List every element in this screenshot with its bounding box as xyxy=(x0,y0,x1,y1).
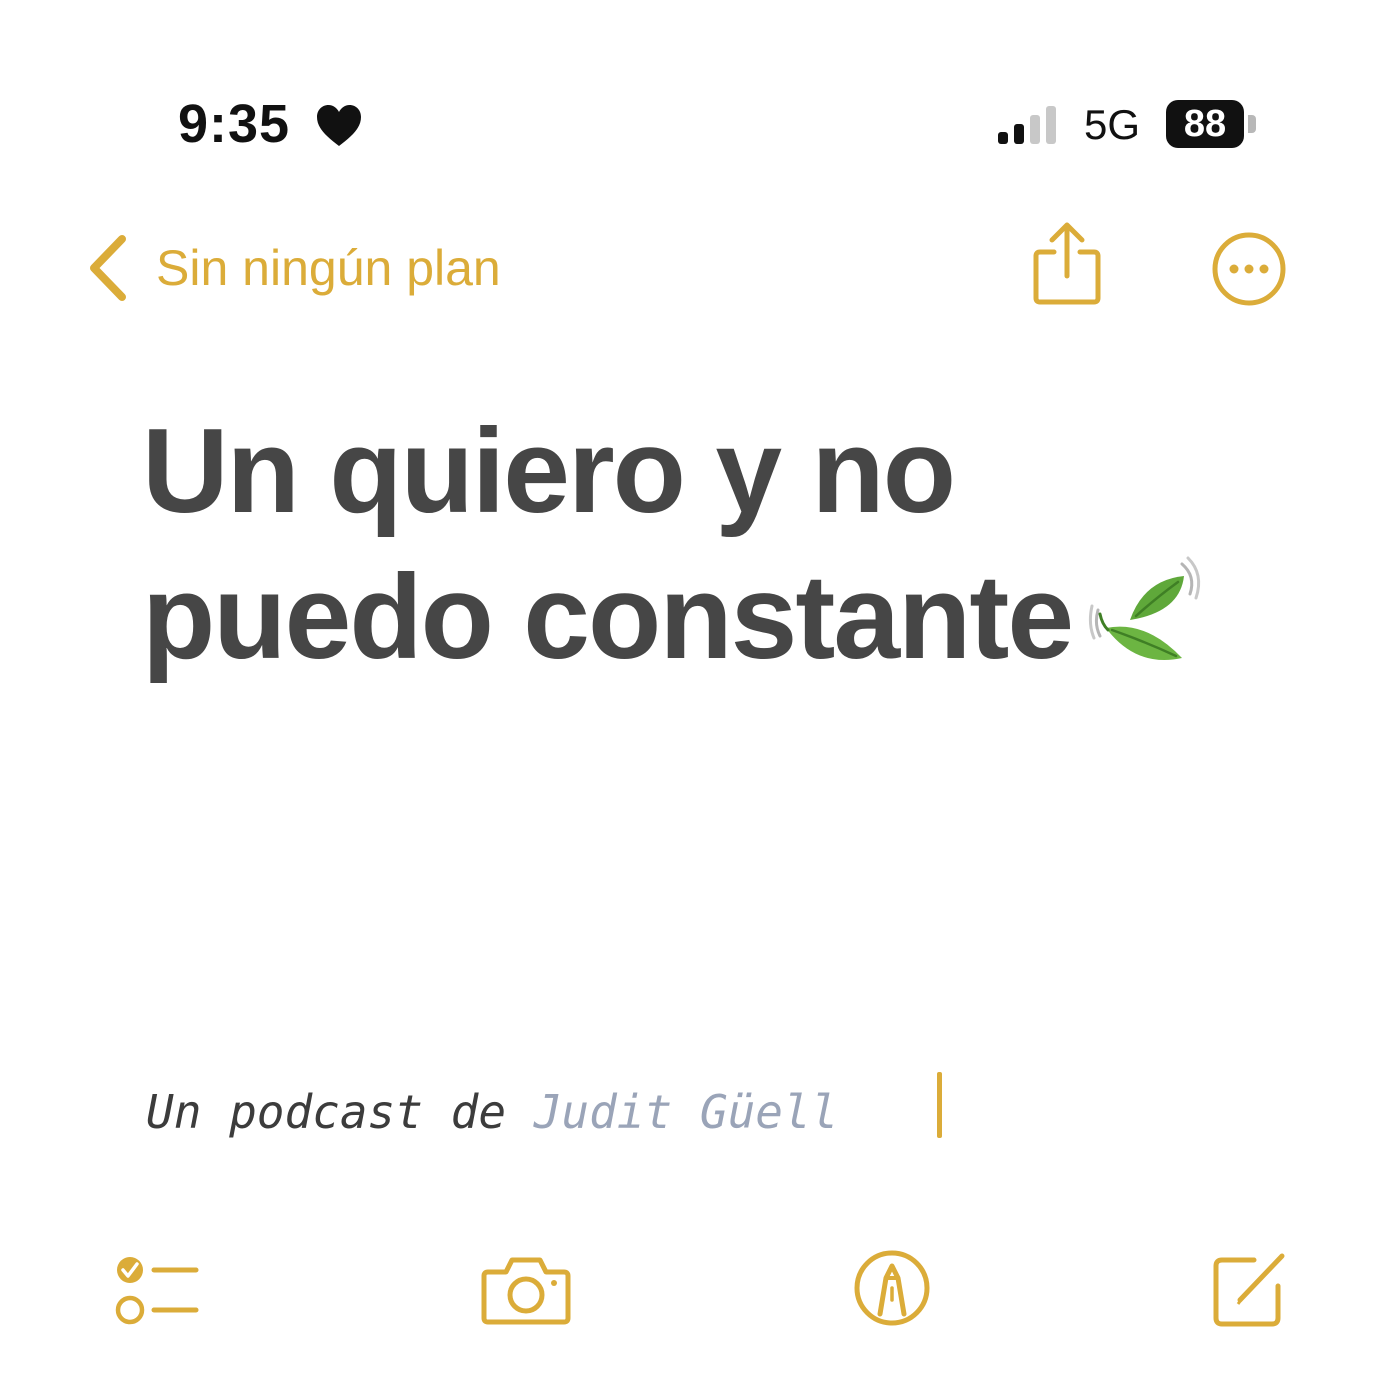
text-cursor xyxy=(937,1072,942,1138)
note-title[interactable]: Un quiero y no puedo constante xyxy=(142,398,1302,690)
subtitle-author: Judit Güell xyxy=(533,1085,839,1139)
camera-icon[interactable] xyxy=(480,1254,572,1326)
status-time: 9:35 xyxy=(178,94,291,154)
share-icon[interactable] xyxy=(1030,220,1104,306)
cellular-signal-icon xyxy=(998,106,1056,144)
note-subtitle[interactable]: Un podcast de Judit Güell xyxy=(146,1080,838,1144)
compose-icon[interactable] xyxy=(1210,1246,1290,1330)
nav-bar: Sin ningún plan xyxy=(0,200,1400,330)
markup-pen-icon[interactable] xyxy=(852,1248,932,1328)
battery-indicator: 88 xyxy=(1166,100,1244,148)
checklist-icon[interactable] xyxy=(112,1252,202,1328)
network-type: 5G xyxy=(1084,101,1141,148)
battery-tip xyxy=(1248,115,1256,133)
heart-icon xyxy=(317,105,361,146)
status-bar: 9:35 5G 88 xyxy=(0,0,1400,200)
more-icon[interactable] xyxy=(1210,230,1288,308)
back-label: Sin ningún plan xyxy=(156,240,501,296)
leaf-fluttering-in-wind-icon xyxy=(1088,556,1201,660)
back-button[interactable]: Sin ningún plan xyxy=(86,230,501,306)
chevron-left-icon xyxy=(90,235,126,301)
note-title-text: Un quiero y no puedo constante xyxy=(142,404,1074,684)
subtitle-prefix: Un podcast de xyxy=(146,1085,534,1139)
bottom-toolbar xyxy=(0,1230,1400,1350)
